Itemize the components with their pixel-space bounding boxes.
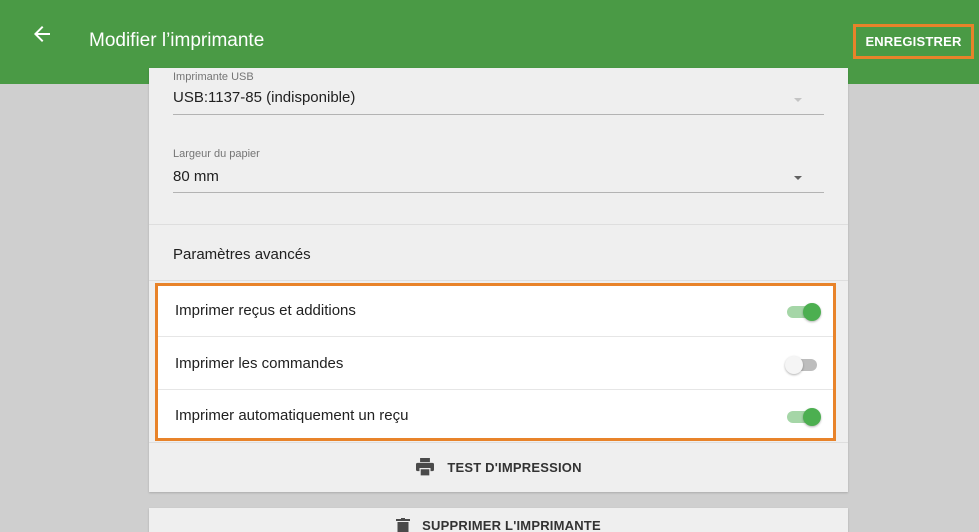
printer-icon [416, 458, 435, 476]
print-receipts-switch[interactable] [785, 303, 821, 321]
switch-thumb [803, 408, 821, 426]
toggle-row-print-orders[interactable]: Imprimer les commandes [158, 339, 833, 389]
chevron-down-icon[interactable] [794, 98, 802, 102]
usb-printer-label: Imprimante USB [173, 71, 254, 83]
save-button[interactable]: ENREGISTRER [853, 24, 974, 59]
toggle-label: Imprimer les commandes [175, 355, 344, 372]
paper-width-underline [173, 192, 824, 193]
divider [158, 336, 833, 337]
test-print-button[interactable]: TEST D'IMPRESSION [149, 442, 848, 492]
toggle-row-auto-print-receipt[interactable]: Imprimer automatiquement un reçu [158, 391, 833, 441]
print-options-group: Imprimer reçus et additions Imprimer les… [155, 283, 836, 441]
test-print-label: TEST D'IMPRESSION [447, 459, 582, 475]
divider [149, 280, 848, 281]
paper-width-label: Largeur du papier [173, 148, 260, 160]
advanced-settings-header: Paramètres avancés [173, 246, 311, 263]
toolbar: Modifier l’imprimante ENREGISTRER [0, 0, 979, 68]
divider [149, 224, 848, 225]
trash-icon [396, 518, 411, 532]
toggle-label: Imprimer reçus et additions [175, 302, 356, 319]
arrow-left-icon [34, 26, 50, 42]
auto-print-receipt-switch[interactable] [785, 408, 821, 426]
delete-printer-label: SUPPRIMER L'IMPRIMANTE [422, 518, 601, 532]
usb-printer-value: USB:1137-85 (indisponible) [173, 89, 356, 106]
back-button[interactable] [30, 22, 54, 46]
delete-printer-button[interactable]: SUPPRIMER L'IMPRIMANTE [149, 508, 848, 532]
switch-thumb [803, 303, 821, 321]
usb-printer-underline [173, 114, 824, 115]
divider [158, 389, 833, 390]
paper-width-value: 80 mm [173, 168, 219, 185]
toggle-row-print-receipts[interactable]: Imprimer reçus et additions [158, 286, 833, 336]
page-title: Modifier l’imprimante [89, 30, 265, 51]
switch-thumb [785, 356, 803, 374]
print-orders-switch[interactable] [785, 356, 821, 374]
toggle-label: Imprimer automatiquement un reçu [175, 407, 409, 424]
chevron-down-icon[interactable] [794, 176, 802, 180]
